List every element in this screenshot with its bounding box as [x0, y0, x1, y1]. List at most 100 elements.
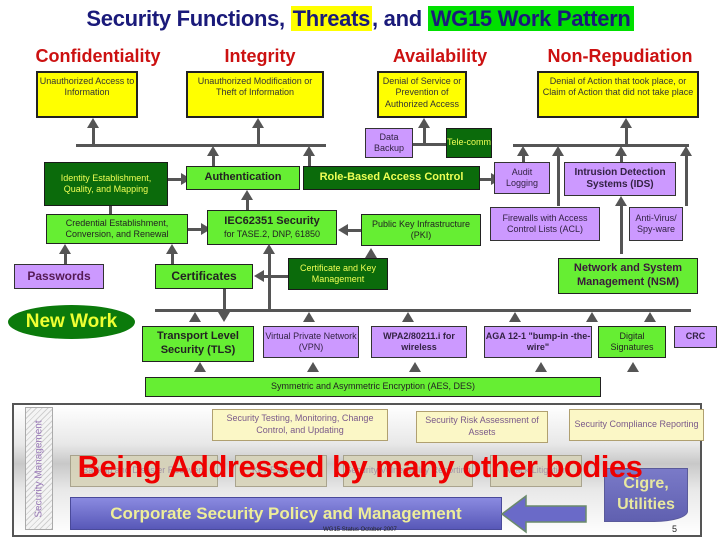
arrow-up-icon: [644, 312, 656, 322]
connector: [257, 126, 260, 145]
arrow-up-icon: [615, 146, 627, 156]
node-iec62351: IEC62351 Security for TASE.2, DNP, 61850: [207, 210, 337, 245]
node-antivirus: Anti-Virus/ Spy-ware: [629, 207, 683, 241]
arrow-up-icon: [59, 244, 71, 254]
node-label: Virtual Private Network (VPN): [265, 330, 357, 352]
mgmt-label: Security Compliance Reporting: [574, 419, 699, 430]
node-label: CRC: [685, 331, 706, 342]
arrow-up-icon: [194, 362, 206, 372]
node-label: Certificates: [171, 269, 237, 283]
connector: [620, 204, 623, 254]
node-label: Data Backup: [373, 131, 405, 153]
page-title: Security Functions, Threats, and WG15 Wo…: [0, 6, 720, 32]
arrow-up-icon: [87, 118, 99, 128]
arrow-up-icon: [552, 146, 564, 156]
node-label: WPA2/80211.i for wireless: [383, 330, 455, 352]
arrow-up-icon: [620, 118, 632, 128]
node-label: Anti-Virus/ Spy-ware: [635, 212, 677, 234]
connector: [347, 229, 361, 232]
node-label: Audit Logging: [505, 166, 539, 188]
overlay-message: Being Addressed by many other bodies: [77, 449, 643, 484]
node-label: Tele-comm: [447, 137, 492, 148]
node-label: Passwords: [27, 269, 91, 283]
node-tls: Transport Level Security (TLS): [142, 326, 254, 362]
mgmt-label: Security Risk Assessment of Assets: [425, 415, 539, 437]
node-digital-signatures: Digital Signatures: [598, 326, 666, 358]
arrow-left-icon: [500, 494, 587, 534]
node-nsm: Network and System Management (NSM): [558, 258, 698, 294]
mgmt-compliance-reporting: Security Compliance Reporting: [569, 409, 704, 441]
connector: [557, 154, 560, 206]
threat-integrity: Unauthorized Modification or Theft of In…: [186, 71, 324, 118]
title-wg15: WG15 Work Pattern: [427, 6, 634, 31]
node-pki: Public Key Infrastructure (PKI): [361, 214, 481, 246]
arrow-up-icon: [252, 118, 264, 128]
title-threats: Threats: [290, 6, 373, 31]
node-label: Network and System Management (NSM): [573, 262, 683, 288]
arrow-up-icon: [365, 248, 377, 258]
node-label: Role-Based Access Control: [319, 171, 464, 184]
title-part1: Security Functions,: [86, 6, 291, 31]
connector-bus-right: [513, 144, 689, 147]
threat-text: Unauthorized Access to Information: [39, 76, 135, 98]
threat-confidentiality: Unauthorized Access to Information: [36, 71, 138, 118]
title-part2: , and: [372, 6, 428, 31]
arrow-up-icon: [680, 146, 692, 156]
node-label: Firewalls with Access Control Lists (ACL…: [502, 212, 588, 234]
node-identity: Identity Establishment, Quality, and Map…: [44, 162, 168, 206]
node-encryption: Symmetric and Asymmetric Encryption (AES…: [145, 377, 601, 397]
node-telecomm: Tele-comm: [446, 128, 492, 158]
mgmt-risk-assessment: Security Risk Assessment of Assets: [416, 411, 548, 443]
threat-non-repudiation: Denial of Action that took place, or Cla…: [537, 71, 699, 118]
threat-text: Unauthorized Modification or Theft of In…: [197, 76, 313, 98]
arrow-down-icon: [218, 312, 230, 322]
new-work-label: New Work: [25, 311, 118, 332]
node-label: Transport Level Security (TLS): [157, 330, 239, 356]
arrow-up-icon: [409, 362, 421, 372]
connector: [92, 126, 95, 145]
node-passwords: Passwords: [14, 264, 104, 289]
node-label: Identity Establishment, Quality, and Map…: [60, 172, 152, 194]
node-label: Credential Establishment, Conversion, an…: [65, 217, 169, 239]
arrow-up-icon: [586, 312, 598, 322]
node-certificates: Certificates: [155, 264, 253, 289]
footer-status: WG15 Status October 2007: [323, 527, 397, 533]
node-rbac: Role-Based Access Control: [303, 166, 480, 190]
node-label: Authentication: [204, 171, 282, 184]
arrow-up-icon: [517, 146, 529, 156]
arrow-up-icon: [627, 362, 639, 372]
node-credential: Credential Establishment, Conversion, an…: [46, 214, 188, 244]
node-vpn: Virtual Private Network (VPN): [263, 326, 359, 358]
category-confidentiality: Confidentiality: [35, 46, 161, 66]
new-work-badge: New Work: [8, 305, 135, 339]
category-non-repudiation: Non-Repudiation: [547, 46, 693, 66]
arrow-up-icon: [418, 118, 430, 128]
node-label: IEC62351 Security: [224, 215, 320, 227]
node-authentication: Authentication: [186, 166, 300, 190]
threat-text: Denial of Action that took place, or Cla…: [542, 76, 694, 98]
connector-bus-left: [76, 144, 326, 147]
node-aga12: AGA 12-1 "bump-in -the-wire": [484, 326, 592, 358]
node-label: Intrusion Detection Systems (IDS): [574, 166, 666, 191]
connector: [625, 126, 628, 144]
node-label: Certificate and Key Management: [299, 262, 377, 284]
arrow-up-icon: [189, 312, 201, 322]
node-label: Digital Signatures: [610, 330, 654, 352]
policy-label: Corporate Security Policy and Management: [110, 503, 462, 523]
connector: [109, 206, 112, 214]
arrow-up-icon: [166, 244, 178, 254]
threat-text: Denial of Service or Prevention of Autho…: [382, 76, 462, 109]
node-label: Public Key Infrastructure (PKI): [371, 218, 471, 240]
connector: [423, 126, 426, 144]
node-sublabel: for TASE.2, DNP, 61850: [223, 228, 321, 239]
mgmt-security-testing: Security Testing, Monitoring, Change Con…: [212, 409, 388, 441]
connector: [263, 275, 288, 278]
node-label: AGA 12-1 "bump-in -the-wire": [485, 330, 591, 352]
connector: [412, 143, 447, 146]
connector: [268, 250, 271, 311]
arrow-up-icon: [263, 244, 275, 254]
arrow-up-icon: [307, 362, 319, 372]
connector: [685, 154, 688, 206]
arrow-up-icon: [241, 190, 253, 200]
node-firewalls: Firewalls with Access Control Lists (ACL…: [490, 207, 600, 241]
